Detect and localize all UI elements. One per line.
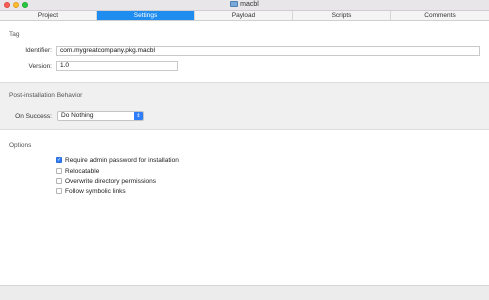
on-success-select[interactable]: Do Nothing ⇕ [57,111,144,121]
tab-project[interactable]: Project [0,11,97,20]
overwrite-permissions-label: Overwrite directory permissions [65,177,157,185]
tab-settings[interactable]: Settings [97,11,195,20]
post-install-section-title: Post-installation Behavior [9,92,83,99]
post-install-section: Post-installation Behavior [0,82,489,130]
follow-symlinks-option[interactable]: Follow symbolic links [56,187,126,195]
tab-comments[interactable]: Comments [391,11,489,20]
relocatable-option[interactable]: Relocatable [56,167,99,175]
tab-payload[interactable]: Payload [195,11,293,20]
chevron-up-down-icon: ⇕ [134,112,143,120]
overwrite-permissions-option[interactable]: Overwrite directory permissions [56,177,156,185]
require-admin-label: Require admin password for installation [65,156,179,164]
tab-scripts[interactable]: Scripts [293,11,391,20]
document-icon [230,1,239,7]
tag-section-title: Tag [9,31,20,38]
overwrite-permissions-checkbox[interactable] [56,178,62,184]
relocatable-checkbox[interactable] [56,168,62,174]
options-section-title: Options [9,142,32,149]
identifier-field[interactable]: com.mygreatcompany.pkg.macbl [56,46,480,56]
require-admin-checkbox[interactable]: ✓ [56,157,62,163]
window-title-text: macbl [240,1,259,8]
relocatable-label: Relocatable [65,167,100,175]
version-field[interactable]: 1.0 [56,61,178,71]
follow-symlinks-checkbox[interactable] [56,188,62,194]
require-admin-option[interactable]: ✓ Require admin password for installatio… [56,156,179,164]
identifier-label: Identifier: [25,47,52,54]
on-success-label: On Success: [15,113,52,120]
window-footer [0,285,489,300]
on-success-value: Do Nothing [61,112,94,119]
title-bar: macbl [0,0,489,11]
follow-symlinks-label: Follow symbolic links [65,187,126,195]
tab-bar: Project Settings Payload Scripts Comment… [0,11,489,21]
window-title: macbl [0,1,489,8]
version-label: Version: [28,63,53,70]
